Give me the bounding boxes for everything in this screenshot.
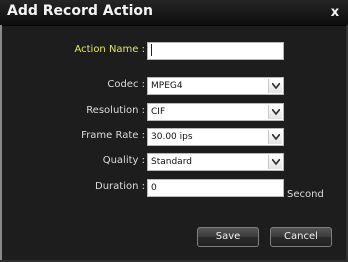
action-name-label: Action Name : bbox=[74, 44, 145, 55]
chevron-down-icon bbox=[272, 134, 280, 140]
dialog-title: Add Record Action bbox=[7, 3, 153, 19]
cancel-button[interactable]: Cancel bbox=[270, 227, 332, 247]
quality-value: Standard bbox=[151, 157, 192, 167]
chevron-down-icon[interactable] bbox=[268, 155, 282, 169]
close-button[interactable]: x bbox=[328, 5, 342, 20]
text-cursor bbox=[151, 43, 152, 56]
chevron-down-icon[interactable] bbox=[268, 105, 282, 119]
frame-rate-select[interactable]: 30.00 ips bbox=[147, 128, 284, 146]
resolution-select[interactable]: CIF bbox=[147, 103, 284, 121]
chevron-down-icon[interactable] bbox=[268, 79, 282, 93]
left-border bbox=[0, 25, 2, 262]
resolution-label: Resolution : bbox=[86, 105, 145, 116]
codec-value: MPEG4 bbox=[151, 81, 183, 91]
quality-select[interactable]: Standard bbox=[147, 153, 284, 171]
chevron-down-icon[interactable] bbox=[268, 130, 282, 144]
chevron-down-icon bbox=[272, 109, 280, 115]
frame-rate-value: 30.00 ips bbox=[151, 132, 193, 142]
resolution-value: CIF bbox=[151, 107, 166, 117]
chevron-down-icon bbox=[272, 159, 280, 165]
save-button[interactable]: Save bbox=[197, 227, 259, 247]
dialog-title-bar: Add Record Action x bbox=[0, 0, 348, 26]
duration-unit: Second bbox=[287, 189, 324, 200]
frame-rate-label: Frame Rate : bbox=[81, 130, 145, 141]
add-record-action-dialog: Add Record Action x Action Name : Codec … bbox=[0, 0, 348, 262]
close-icon: x bbox=[330, 5, 340, 20]
codec-label: Codec : bbox=[107, 79, 145, 90]
quality-label: Quality : bbox=[102, 155, 145, 166]
action-name-input[interactable] bbox=[147, 42, 284, 60]
codec-select[interactable]: MPEG4 bbox=[147, 77, 284, 95]
chevron-down-icon bbox=[272, 83, 280, 89]
duration-label: Duration : bbox=[95, 181, 145, 192]
duration-input[interactable]: 0 bbox=[147, 179, 284, 197]
